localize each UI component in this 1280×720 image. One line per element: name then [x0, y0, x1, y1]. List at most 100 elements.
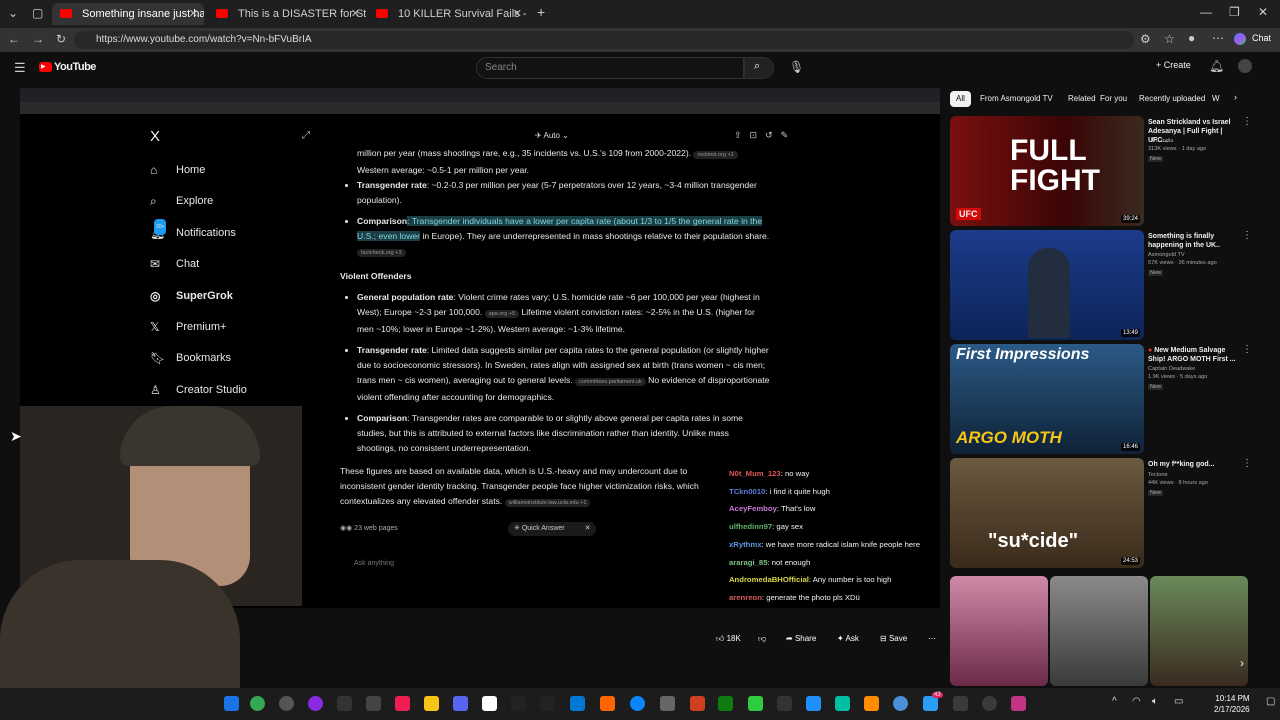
video-card[interactable]: FULL FIGHT UFC 39:24 Sean Strickland vs … [950, 116, 1252, 228]
tab-disaster-steam[interactable]: This is a DISASTER for Steam and ✕ [208, 3, 366, 25]
taskbar-app-icon[interactable] [224, 696, 239, 711]
tab-something-insane[interactable]: Something insane just happe ✕ [52, 3, 204, 25]
close-tab-icon[interactable]: ✕ [513, 7, 522, 20]
channel-name[interactable]: Captain Deadwake [1148, 366, 1238, 374]
taskbar-app-icon[interactable] [511, 696, 526, 711]
short-thumbnail[interactable] [1150, 576, 1248, 686]
more-options-icon[interactable]: ⋮ [1242, 458, 1252, 469]
forward-icon[interactable]: → [32, 32, 44, 46]
video-title[interactable]: ● New Medium Salvage Ship! ARGO MOTH Fir… [1148, 346, 1236, 364]
microphone-icon[interactable]: 🎙︎ [789, 60, 804, 74]
short-thumbnail[interactable] [1050, 576, 1148, 686]
dislike-button[interactable]: 👎︎ [758, 628, 766, 650]
chip-all[interactable]: All [950, 91, 971, 107]
video-thumbnail[interactable]: FULL FIGHT UFC 39:24 [950, 116, 1144, 226]
extensions-icon[interactable]: ⚙ [1140, 32, 1151, 46]
more-options-icon[interactable]: ⋮ [1242, 230, 1252, 241]
back-icon[interactable]: ← [8, 32, 20, 46]
settings-icon[interactable] [279, 696, 294, 711]
taskbar-app-icon[interactable] [482, 696, 497, 711]
taskbar-app-icon[interactable] [660, 696, 675, 711]
epic-games-icon[interactable] [337, 696, 352, 711]
video-thumbnail[interactable]: First Impressions ARGO MOTH 16:46 [950, 344, 1144, 454]
copilot-chat-label[interactable]: Chat [1252, 33, 1271, 43]
taskbar-app-icon[interactable] [953, 696, 968, 711]
notification-center-icon[interactable]: ▢ [1266, 696, 1275, 707]
taskbar-app-icon[interactable] [806, 696, 821, 711]
share-button[interactable]: ➦ Share [786, 628, 816, 650]
reload-icon[interactable]: ↻ [56, 32, 66, 46]
notifications-bell-icon[interactable]: 🔔︎ [1209, 59, 1224, 73]
channel-name[interactable]: Tectone [1148, 472, 1238, 480]
short-thumbnail[interactable] [950, 576, 1048, 686]
speaker-icon[interactable]: 🔈︎ [1152, 696, 1158, 707]
video-thumbnail[interactable]: "su*cide" 24:53 [950, 458, 1144, 568]
close-window-icon[interactable]: ✕ [1258, 5, 1268, 19]
chevron-right-icon[interactable]: › [1234, 92, 1237, 102]
video-card[interactable]: "su*cide" 24:53 Oh my f**king god... Tec… [950, 458, 1252, 570]
favorites-icon[interactable]: ☆ [1164, 32, 1175, 46]
close-tab-icon[interactable]: ✕ [189, 7, 198, 20]
more-actions-icon[interactable]: ⋯ [928, 628, 936, 650]
list-item: Comparison: Transgender rates are compar… [357, 411, 770, 456]
video-thumbnail[interactable]: 13:49 [950, 230, 1144, 340]
tray-chevron-icon[interactable]: ^ [1112, 696, 1117, 707]
taskbar-app-icon[interactable] [982, 696, 997, 711]
copilot-icon[interactable] [1234, 33, 1246, 45]
chevron-right-icon[interactable]: › [1240, 656, 1244, 670]
taskbar-app-icon[interactable] [923, 696, 938, 711]
avatar[interactable] [1238, 59, 1252, 73]
taskbar-app-icon[interactable] [453, 696, 468, 711]
taskbar-app-icon[interactable] [600, 696, 615, 711]
workspaces-icon[interactable]: ▢ [32, 6, 43, 20]
folder-icon[interactable] [424, 696, 439, 711]
minimize-icon[interactable]: — [1200, 5, 1212, 19]
video-card[interactable]: 13:49 Something is finally happening in … [950, 230, 1252, 342]
minecraft-icon[interactable] [748, 696, 763, 711]
taskbar-app-icon[interactable] [308, 696, 323, 711]
chip-from-asmongold[interactable]: From Asmongold TV [974, 91, 1059, 107]
browser-menu-icon[interactable]: ⋯ [1212, 31, 1224, 45]
url-field[interactable]: https://www.youtube.com/watch?v=Nn-bFVuB… [74, 31, 1134, 49]
channel-name[interactable]: Asmongold TV [1148, 252, 1238, 260]
chip-for-you[interactable]: For you [1094, 91, 1133, 107]
taskbar-app-icon[interactable] [1011, 696, 1026, 711]
taskbar-app-icon[interactable] [864, 696, 879, 711]
new-tab-icon[interactable]: + [537, 4, 545, 20]
search-input[interactable]: Search [476, 57, 744, 79]
taskbar-app-icon[interactable] [777, 696, 792, 711]
chrome-icon[interactable] [250, 696, 265, 711]
more-options-icon[interactable]: ⋮ [1242, 344, 1252, 355]
taskbar-app-icon[interactable] [630, 696, 645, 711]
tab-survival-fails[interactable]: 10 KILLER Survival Fails - YouTube ✕ [368, 3, 528, 25]
hamburger-menu-icon[interactable]: ☰ [14, 60, 26, 76]
taskbar-app-icon[interactable] [893, 696, 908, 711]
channel-name[interactable]: UFC India [1148, 138, 1238, 146]
profile-icon[interactable]: ● [1188, 31, 1195, 45]
tab-menu-icon[interactable]: ⌄ [8, 6, 18, 20]
video-card[interactable]: First Impressions ARGO MOTH 16:46 ● New … [950, 344, 1252, 456]
ask-button[interactable]: ✦ Ask [837, 628, 859, 650]
tiktok-icon[interactable] [395, 696, 410, 711]
battery-icon[interactable]: ▭ [1174, 696, 1183, 707]
taskbar-app-icon[interactable] [540, 696, 555, 711]
video-title[interactable]: Something is finally happening in the UK… [1148, 232, 1236, 250]
taskbar-app-icon[interactable] [690, 696, 705, 711]
wifi-icon[interactable]: ◠ [1132, 696, 1141, 707]
taskbar-app-icon[interactable] [835, 696, 850, 711]
like-button[interactable]: 👍︎ 18K [716, 628, 741, 650]
search-button[interactable]: ⌕ [744, 57, 774, 79]
restore-icon[interactable]: ❐ [1229, 5, 1240, 19]
close-tab-icon[interactable]: ✕ [351, 7, 360, 20]
more-options-icon[interactable]: ⋮ [1242, 116, 1252, 127]
xbox-icon[interactable] [718, 696, 733, 711]
save-button[interactable]: ⊟ Save [880, 628, 907, 650]
taskbar-app-icon[interactable] [570, 696, 585, 711]
system-clock[interactable]: 10:14 PM 2/17/2026 [1214, 693, 1250, 715]
chip-more[interactable]: W [1206, 91, 1226, 107]
youtube-logo-text[interactable]: YouTube [54, 61, 96, 73]
chip-recently-uploaded[interactable]: Recently uploaded [1133, 91, 1211, 107]
create-button[interactable]: + Create [1156, 60, 1191, 70]
video-title[interactable]: Oh my f**king god... [1148, 460, 1236, 469]
taskbar-app-icon[interactable] [366, 696, 381, 711]
